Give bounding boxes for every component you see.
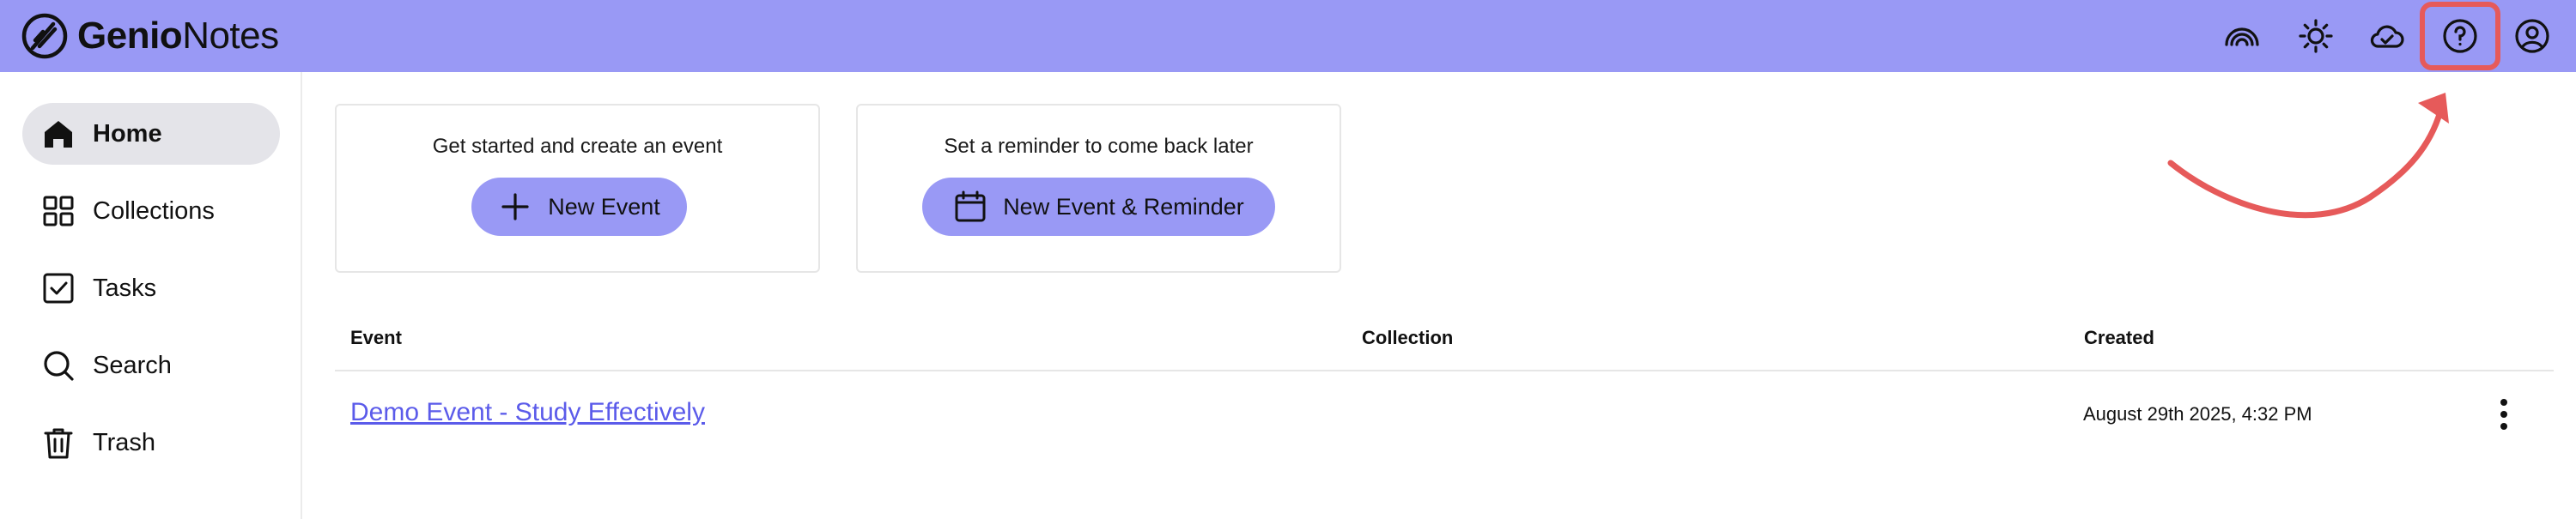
- new-event-button[interactable]: New Event: [471, 178, 687, 236]
- card-title: Get started and create an event: [432, 135, 723, 158]
- sidebar-item-home[interactable]: Home: [22, 103, 280, 165]
- top-bar: Genio Notes: [0, 0, 2576, 72]
- calendar-icon: [955, 190, 986, 222]
- app-name: Genio Notes: [77, 15, 279, 57]
- plus-icon: [501, 193, 529, 220]
- sidebar-item-tasks[interactable]: Tasks: [22, 257, 280, 319]
- rainbow-icon[interactable]: [2221, 15, 2263, 57]
- event-link[interactable]: Demo Event - Study Effectively: [350, 398, 705, 427]
- home-icon: [45, 121, 72, 148]
- reminder-card: Set a reminder to come back later New Ev…: [856, 104, 1341, 273]
- sidebar-item-label: Tasks: [93, 274, 157, 302]
- trash-icon: [44, 428, 73, 459]
- sun-icon[interactable]: [2295, 15, 2336, 57]
- column-header-created[interactable]: Created: [2084, 327, 2154, 349]
- sidebar-item-label: Trash: [93, 428, 156, 456]
- annotation-arrow: [2167, 93, 2449, 219]
- table-header-divider: [335, 370, 2554, 371]
- sidebar-item-label: Home: [93, 119, 162, 148]
- column-header-collection[interactable]: Collection: [1362, 327, 1453, 349]
- logo-icon: [21, 13, 68, 59]
- account-icon[interactable]: [2512, 15, 2553, 57]
- card-title: Set a reminder to come back later: [944, 135, 1254, 158]
- grid-icon: [43, 196, 74, 226]
- sidebar-item-label: Search: [93, 351, 172, 379]
- sidebar-item-trash[interactable]: Trash: [22, 412, 280, 474]
- new-event-button-label: New Event: [548, 193, 660, 220]
- created-date: August 29th 2025, 4:32 PM: [2083, 403, 2312, 425]
- app-name-light: Notes: [182, 15, 279, 57]
- checkbox-icon: [43, 273, 74, 304]
- column-header-event[interactable]: Event: [350, 327, 402, 349]
- more-options-icon[interactable]: [2488, 397, 2519, 431]
- sidebar-item-label: Collections: [93, 196, 215, 225]
- new-event-card: Get started and create an event New Even…: [335, 104, 820, 273]
- app-logo[interactable]: Genio Notes: [21, 12, 279, 60]
- new-event-reminder-button-label: New Event & Reminder: [1003, 193, 1244, 220]
- help-highlight-box: [2420, 2, 2500, 70]
- app-name-bold: Genio: [77, 15, 183, 57]
- sidebar: Home Collections Tasks Search Trash: [0, 72, 302, 519]
- sidebar-item-search[interactable]: Search: [22, 335, 280, 396]
- new-event-reminder-button[interactable]: New Event & Reminder: [922, 178, 1275, 236]
- sidebar-item-collections[interactable]: Collections: [22, 180, 280, 242]
- cloud-check-icon[interactable]: [2366, 15, 2408, 57]
- search-icon: [44, 351, 74, 381]
